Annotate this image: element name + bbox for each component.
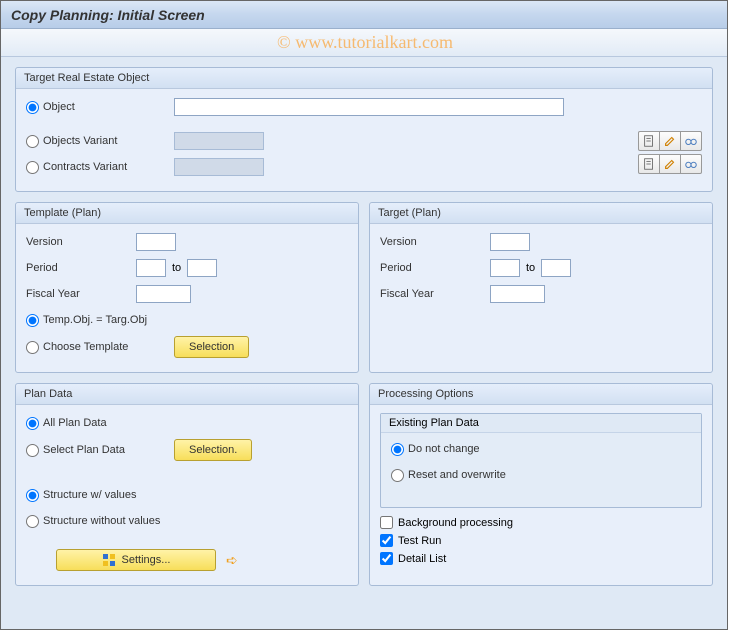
group-title: Target Real Estate Object [16, 68, 712, 89]
glasses-icon [684, 157, 698, 171]
group-title: Plan Data [16, 384, 358, 405]
plan-data-selection-button[interactable]: Selection. [174, 439, 252, 461]
detail-list-checkbox[interactable]: Detail List [380, 552, 702, 565]
choose-template-radio-input[interactable] [26, 341, 39, 354]
edit-variant-button[interactable] [659, 154, 681, 174]
template-period-from-input[interactable] [136, 259, 166, 277]
period-label: Period [380, 262, 490, 274]
temp-equals-target-radio[interactable]: Temp.Obj. = Targ.Obj [26, 314, 147, 327]
group-title: Template (Plan) [16, 203, 358, 224]
objects-variant-toolbar [638, 131, 702, 151]
to-label: to [526, 262, 535, 274]
all-plan-data-radio-input[interactable] [26, 417, 39, 430]
group-title: Target (Plan) [370, 203, 712, 224]
create-variant-button[interactable] [638, 154, 660, 174]
contracts-variant-radio-input[interactable] [26, 161, 39, 174]
fiscal-year-label: Fiscal Year [26, 288, 136, 300]
target-period-to-input[interactable] [541, 259, 571, 277]
select-plan-data-radio-input[interactable] [26, 444, 39, 457]
contracts-variant-toolbar [638, 154, 702, 174]
target-version-input[interactable] [490, 233, 530, 251]
existing-plan-data-box: Existing Plan Data Do not change [380, 413, 702, 508]
object-input[interactable] [174, 98, 564, 116]
reset-overwrite-radio-input[interactable] [391, 469, 404, 482]
glasses-icon [684, 134, 698, 148]
test-run-checkbox-input[interactable] [380, 534, 393, 547]
structure-without-values-radio-input[interactable] [26, 515, 39, 528]
version-label: Version [380, 236, 490, 248]
background-processing-checkbox[interactable]: Background processing [380, 516, 702, 529]
document-icon [642, 157, 656, 171]
test-run-checkbox[interactable]: Test Run [380, 534, 702, 547]
all-plan-data-radio[interactable]: All Plan Data [26, 417, 107, 430]
objects-variant-input [174, 132, 264, 150]
inner-box-title: Existing Plan Data [381, 414, 701, 433]
page-title: Copy Planning: Initial Screen [11, 7, 205, 23]
document-icon [642, 134, 656, 148]
object-radio[interactable]: Object [26, 101, 166, 114]
template-selection-button[interactable]: Selection [174, 336, 249, 358]
background-processing-checkbox-input[interactable] [380, 516, 393, 529]
template-plan-group: Template (Plan) Version Period to Fiscal… [15, 202, 359, 373]
choose-template-radio[interactable]: Choose Template [26, 341, 166, 354]
template-version-input[interactable] [136, 233, 176, 251]
arrow-right-icon: ➪ [226, 552, 238, 569]
fiscal-year-label: Fiscal Year [380, 288, 490, 300]
object-radio-input[interactable] [26, 101, 39, 114]
display-variant-button[interactable] [680, 131, 702, 151]
period-label: Period [26, 262, 136, 274]
template-fiscal-year-input[interactable] [136, 285, 191, 303]
structure-with-values-radio-input[interactable] [26, 489, 39, 502]
version-label: Version [26, 236, 136, 248]
to-label: to [172, 262, 181, 274]
group-title: Processing Options [370, 384, 712, 405]
template-period-to-input[interactable] [187, 259, 217, 277]
grid-icon [102, 553, 116, 567]
objects-variant-radio-input[interactable] [26, 135, 39, 148]
contracts-variant-radio[interactable]: Contracts Variant [26, 161, 166, 174]
window-titlebar: Copy Planning: Initial Screen [1, 1, 727, 29]
application-toolbar [1, 29, 727, 57]
structure-with-values-radio[interactable]: Structure w/ values [26, 489, 137, 502]
settings-button[interactable]: Settings... [56, 549, 216, 571]
edit-variant-button[interactable] [659, 131, 681, 151]
target-fiscal-year-input[interactable] [490, 285, 545, 303]
do-not-change-radio-input[interactable] [391, 443, 404, 456]
reset-overwrite-radio[interactable]: Reset and overwrite [391, 469, 506, 482]
contracts-variant-input [174, 158, 264, 176]
detail-list-checkbox-input[interactable] [380, 552, 393, 565]
structure-without-values-radio[interactable]: Structure without values [26, 515, 160, 528]
display-variant-button[interactable] [680, 154, 702, 174]
select-plan-data-radio[interactable]: Select Plan Data [26, 444, 166, 457]
pencil-icon [663, 157, 677, 171]
do-not-change-radio[interactable]: Do not change [391, 443, 480, 456]
target-real-estate-object-group: Target Real Estate Object Object [15, 67, 713, 192]
pencil-icon [663, 134, 677, 148]
temp-equals-target-radio-input[interactable] [26, 314, 39, 327]
create-variant-button[interactable] [638, 131, 660, 151]
processing-options-group: Processing Options Existing Plan Data Do… [369, 383, 713, 586]
target-plan-group: Target (Plan) Version Period to Fiscal Y… [369, 202, 713, 373]
plan-data-group: Plan Data All Plan Data Select Plan Data [15, 383, 359, 586]
target-period-from-input[interactable] [490, 259, 520, 277]
objects-variant-radio[interactable]: Objects Variant [26, 135, 166, 148]
